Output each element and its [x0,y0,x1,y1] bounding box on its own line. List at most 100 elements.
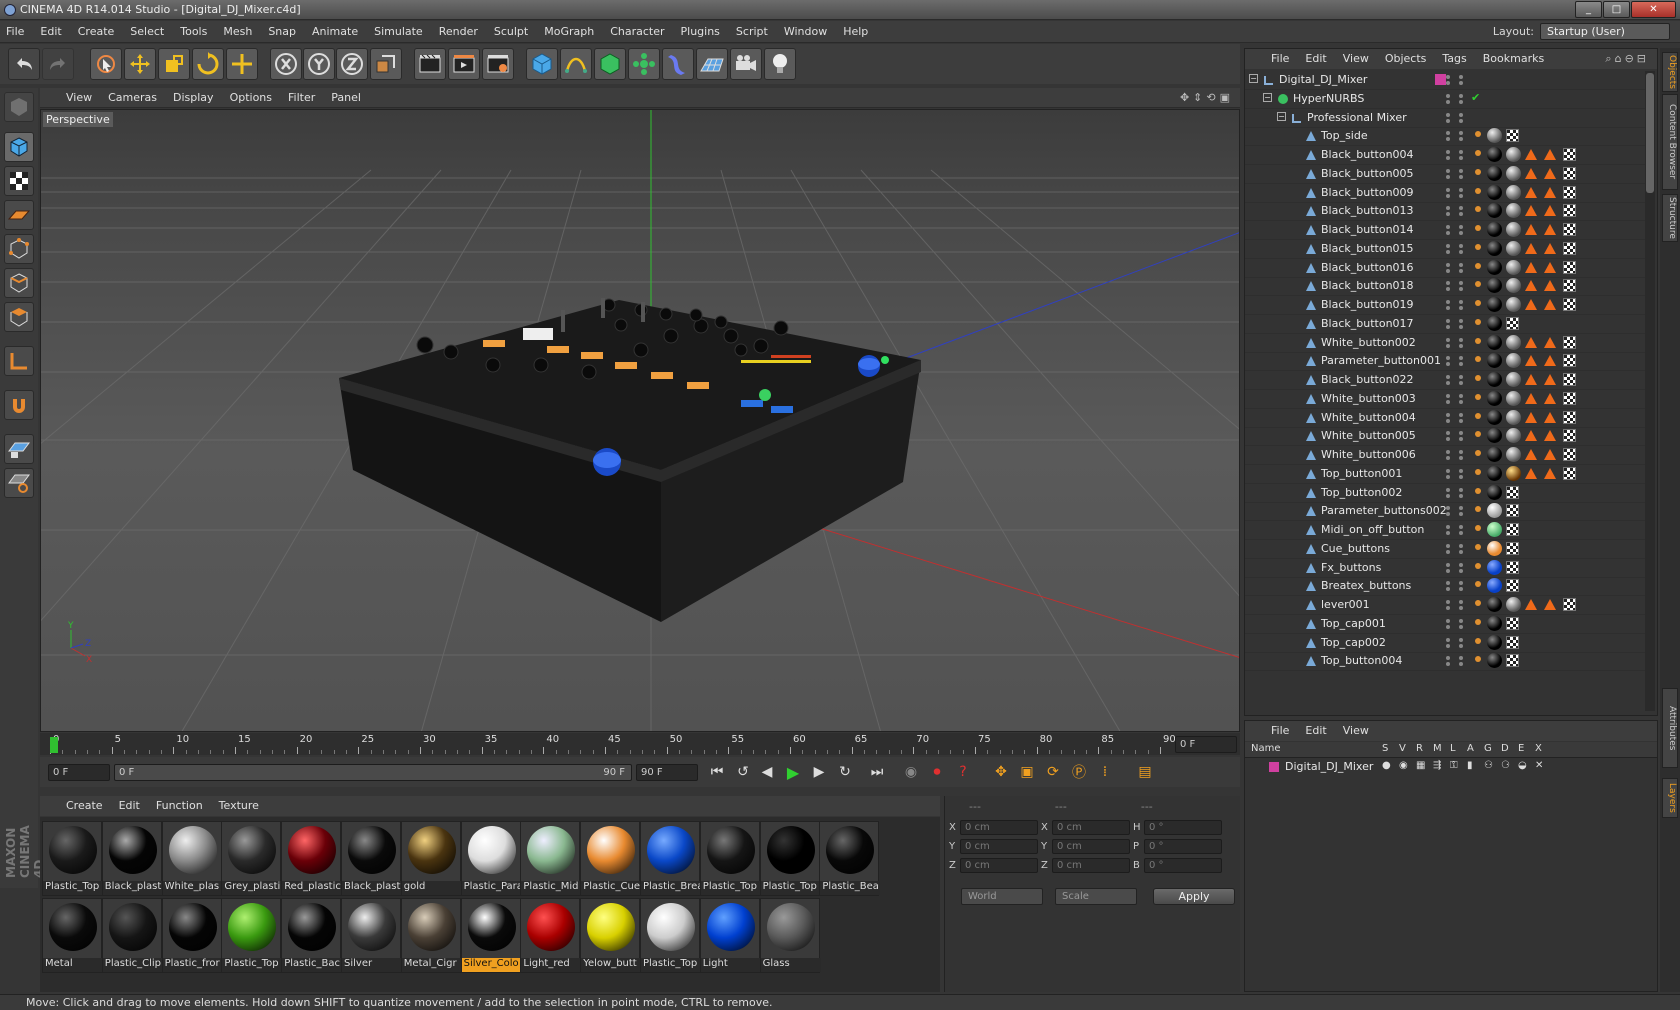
material-swatch[interactable]: Black_plast [341,821,402,896]
selection-tag-icon[interactable] [1544,411,1556,423]
object-row[interactable]: Black_button018 [1245,276,1645,297]
object-row[interactable]: Black_button014 [1245,220,1645,240]
uvw-tag-icon[interactable] [1563,166,1576,180]
layer-column-header[interactable]: R [1416,743,1423,754]
object-row[interactable]: Black_button009 [1245,183,1645,203]
object-row[interactable]: Top_cap001 [1245,614,1645,634]
material-swatch[interactable]: Plastic_Brea [640,821,701,896]
minimize-button[interactable]: _ [1575,1,1602,18]
phong-tag-icon[interactable] [1475,356,1481,363]
selection-tag-icon[interactable] [1544,336,1556,348]
visibility-toggle[interactable] [1443,167,1469,181]
menu-plugins[interactable]: Plugins [681,25,720,38]
object-row[interactable]: Black_button004 [1245,145,1645,165]
material-tag-icon[interactable] [1506,165,1521,181]
object-row[interactable]: − HyperNURBS ✔ [1245,89,1645,109]
material-tag-icon[interactable] [1506,222,1521,237]
visibility-toggle[interactable] [1443,411,1469,425]
phong-tag-icon[interactable] [1475,262,1481,269]
material-tag-icon[interactable] [1487,484,1502,500]
coordinate-field[interactable]: 0 ° [1144,839,1222,854]
menu-select[interactable]: Select [130,25,164,38]
uvw-tag-icon[interactable] [1563,260,1576,274]
material-tag-icon[interactable] [1506,428,1521,444]
timeline-window-icon[interactable]: ▤ [1134,761,1156,783]
uvw-tag-icon[interactable] [1563,429,1576,443]
phong-tag-icon[interactable] [1475,412,1481,419]
material-swatch[interactable]: Silver_Colo [460,898,522,973]
material-swatch[interactable]: Plastic_Top [759,821,821,896]
side-tab-objects[interactable]: Objects [1662,52,1678,92]
material-tag-icon[interactable] [1506,353,1521,369]
selection-tag-icon[interactable] [1544,186,1556,198]
coordinate-field[interactable]: 0 cm [960,820,1038,835]
selection-tag-icon[interactable] [1525,224,1537,235]
edges-mode-icon[interactable] [4,268,34,298]
material-swatch[interactable]: Red_plastic [281,821,343,896]
object-menu-tags[interactable]: Tags [1442,52,1466,65]
material-swatch[interactable]: Metal [42,898,103,973]
object-row[interactable]: Black_button005 [1245,164,1645,184]
material-swatch[interactable]: Yelow_butt [580,898,642,973]
selection-tag-icon[interactable] [1525,467,1537,479]
menu-snap[interactable]: Snap [268,25,296,38]
undo-icon[interactable] [8,48,40,80]
visibility-toggle[interactable] [1443,373,1469,387]
phong-tag-icon[interactable] [1475,393,1481,400]
material-swatch[interactable]: Plastic_Top [699,821,761,896]
uvw-tag-icon[interactable] [1563,335,1576,349]
uvw-tag-icon[interactable] [1506,129,1519,143]
phong-tag-icon[interactable] [1475,337,1481,344]
object-menu-file[interactable]: File [1271,52,1289,65]
object-scrollbar[interactable] [1645,71,1655,711]
menu-script[interactable]: Script [736,25,768,38]
material-tag-icon[interactable] [1487,147,1502,162]
uvw-tag-icon[interactable] [1506,579,1519,593]
visibility-toggle[interactable] [1443,448,1469,462]
visibility-toggle[interactable] [1443,429,1469,443]
visibility-toggle[interactable] [1443,317,1469,331]
floor-icon[interactable] [696,48,728,80]
3d-viewport[interactable]: Y X Z Perspective [40,109,1240,732]
object-row[interactable]: − Digital_DJ_Mixer [1245,70,1645,90]
side-tab-content-browser[interactable]: Content Browser [1662,94,1678,190]
selection-tag-icon[interactable] [1525,392,1537,404]
uvw-tag-icon[interactable] [1506,316,1519,330]
material-tag-icon[interactable] [1487,372,1502,387]
uvw-tag-icon[interactable] [1563,410,1576,424]
selection-tag-icon[interactable] [1544,261,1556,273]
selection-tag-icon[interactable] [1544,149,1556,160]
size-mode-dropdown[interactable]: Scale [1055,888,1137,905]
apply-button[interactable]: Apply [1153,888,1235,905]
phong-tag-icon[interactable] [1475,281,1481,288]
grid-snap-icon[interactable] [4,468,34,498]
coordinate-field[interactable]: 0 ° [1144,858,1222,873]
layer-column-header[interactable]: A [1467,743,1474,754]
material-tag-icon[interactable] [1487,447,1502,462]
material-tag-icon[interactable] [1487,222,1502,237]
material-tag-icon[interactable] [1506,334,1521,350]
material-swatch[interactable]: Plastic_Top [221,898,283,973]
layer-flag-icon[interactable]: ⚆ [1501,760,1510,771]
material-tag-icon[interactable] [1487,240,1502,256]
coordinate-field[interactable]: 0 cm [1052,820,1130,835]
material-tag-icon[interactable] [1487,297,1502,312]
expand-toggle-icon[interactable]: − [1263,92,1272,102]
uvw-tag-icon[interactable] [1563,354,1576,368]
visibility-toggle[interactable] [1443,92,1469,106]
phong-tag-icon[interactable] [1475,225,1481,231]
selection-tag-icon[interactable] [1544,392,1556,404]
layer-column-header[interactable]: E [1518,743,1524,754]
viewport-nav-icons[interactable]: ✥⇕⟲▣ [1180,91,1234,104]
transform-icon[interactable] [226,48,258,80]
material-swatch[interactable]: Plastic_Clip [101,898,163,973]
phong-tag-icon[interactable] [1475,206,1481,213]
material-swatch[interactable]: Glass [759,898,821,973]
material-tag-icon[interactable] [1487,409,1502,425]
visibility-toggle[interactable] [1443,598,1469,612]
layer-flag-icon[interactable]: ▮ [1467,760,1473,771]
layer-menu-file[interactable]: File [1271,724,1289,737]
visibility-toggle[interactable] [1443,242,1469,256]
object-menu-edit[interactable]: Edit [1305,52,1326,65]
selection-tag-icon[interactable] [1525,299,1537,310]
